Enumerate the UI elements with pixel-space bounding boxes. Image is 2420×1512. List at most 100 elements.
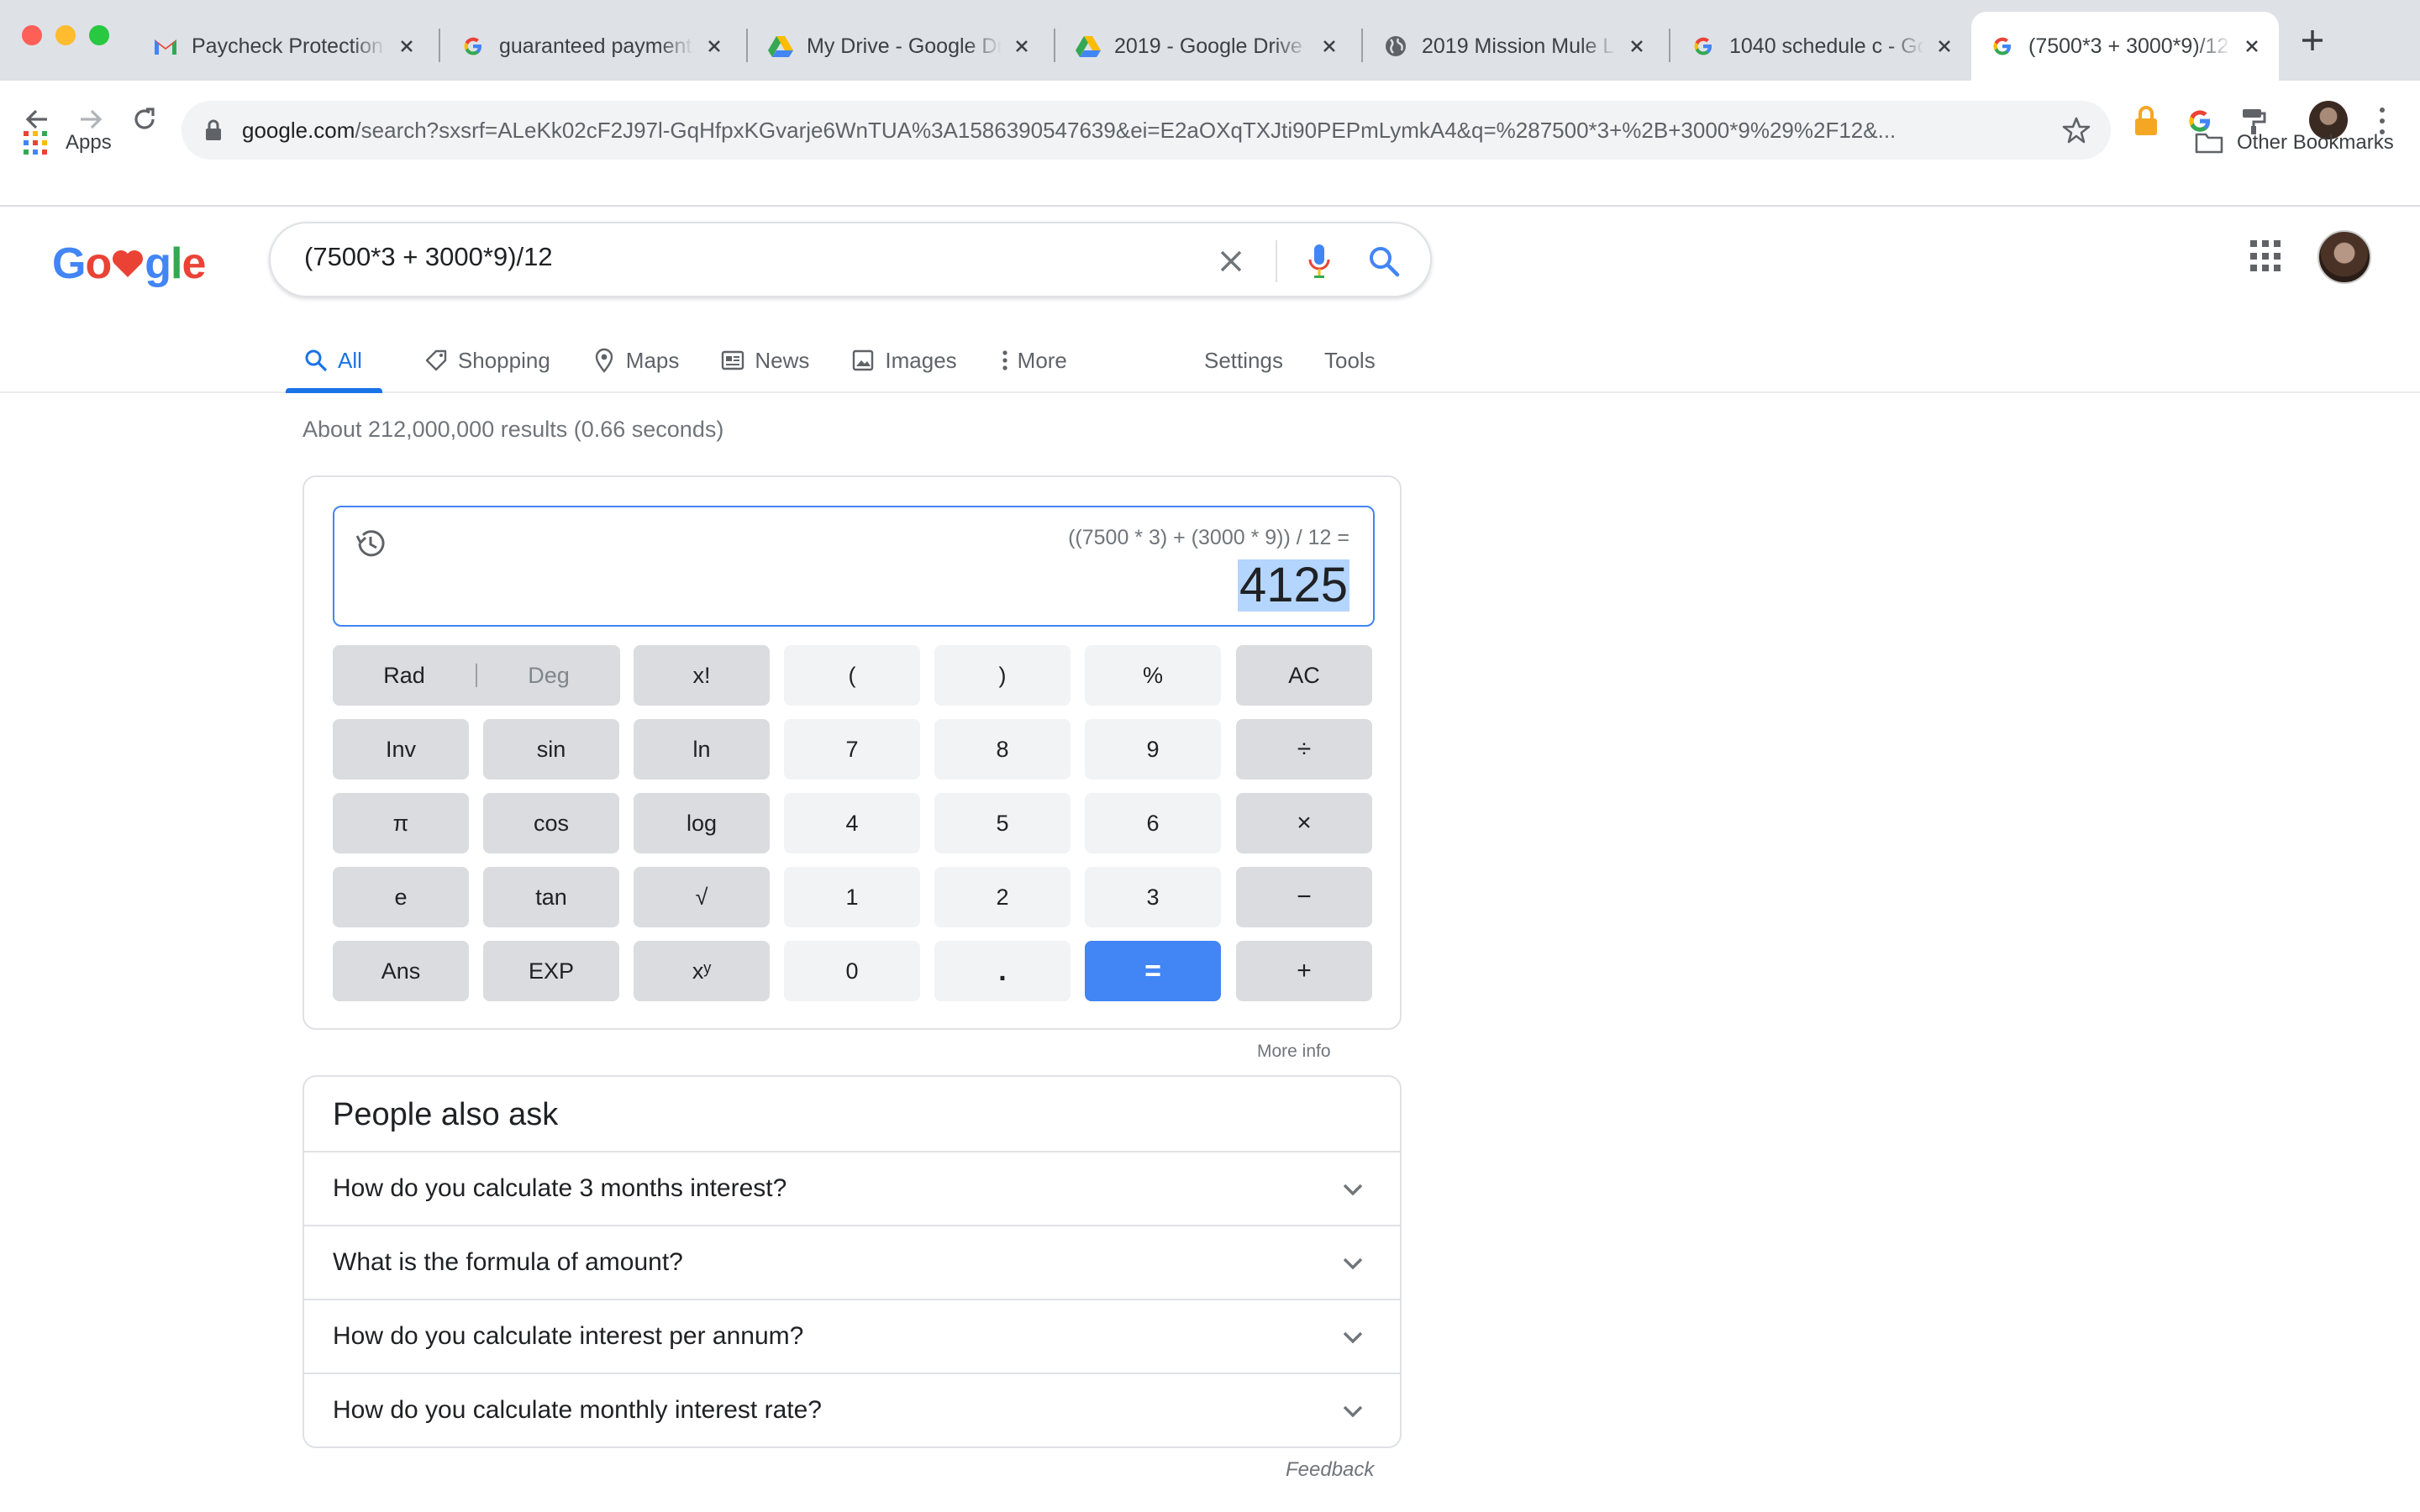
- close-paren-key[interactable]: ): [934, 645, 1071, 706]
- plus-icon: [2302, 30, 2323, 50]
- close-tab-icon[interactable]: [2240, 34, 2264, 58]
- window-minimize-button[interactable]: [55, 25, 76, 45]
- new-tab-button[interactable]: [2296, 24, 2329, 57]
- bookmark-apps[interactable]: Apps: [24, 131, 112, 155]
- password-lock-extension-icon[interactable]: [2129, 104, 2163, 138]
- browser-tab-1040-schedule-c[interactable]: 1040 schedule c - Go: [1672, 12, 1971, 81]
- browser-tab-guaranteed-payments[interactable]: guaranteed payments: [442, 12, 741, 81]
- open-paren-key[interactable]: (: [784, 645, 920, 706]
- log-key[interactable]: log: [634, 793, 770, 853]
- browser-tab-active-calculator[interactable]: (7500*3 + 3000*9)/12: [1971, 12, 2279, 81]
- other-bookmarks[interactable]: Other Bookmarks: [2195, 131, 2394, 155]
- tab-images[interactable]: Images: [833, 328, 957, 393]
- decimal-key[interactable]: .: [934, 941, 1071, 1001]
- google-doodle-logo[interactable]: Go gle: [52, 239, 206, 289]
- close-tab-icon[interactable]: [1318, 34, 1341, 58]
- digit-4-key[interactable]: 4: [784, 793, 920, 853]
- digit-5-key[interactable]: 5: [934, 793, 1071, 853]
- add-key[interactable]: +: [1236, 941, 1372, 1001]
- reload-button[interactable]: [124, 99, 165, 139]
- search-submit-button[interactable]: [1363, 240, 1405, 282]
- digit-7-key[interactable]: 7: [784, 719, 920, 780]
- search-input[interactable]: [304, 242, 1144, 272]
- history-icon[interactable]: [353, 526, 388, 561]
- subtract-key[interactable]: −: [1236, 867, 1372, 927]
- question-item[interactable]: How do you calculate monthly interest ra…: [304, 1373, 1400, 1446]
- window-close-button[interactable]: [22, 25, 42, 45]
- equals-key[interactable]: =: [1085, 941, 1221, 1001]
- close-tab-icon[interactable]: [1010, 34, 1034, 58]
- settings-link[interactable]: Settings: [1204, 328, 1283, 393]
- browser-tab-2019-drive[interactable]: 2019 - Google Drive: [1057, 12, 1356, 81]
- percent-key[interactable]: %: [1085, 645, 1221, 706]
- tab-all[interactable]: All: [286, 328, 382, 393]
- close-icon: [1220, 250, 1242, 272]
- tab-maps[interactable]: Maps: [574, 328, 679, 393]
- inverse-key[interactable]: Inv: [333, 719, 469, 780]
- digit-6-key[interactable]: 6: [1085, 793, 1221, 853]
- tab-separator: [1054, 29, 1055, 62]
- all-clear-key[interactable]: AC: [1236, 645, 1372, 706]
- browser-tab-mission-mule[interactable]: 2019 Mission Mule LL: [1365, 12, 1664, 81]
- google-drive-icon: [1076, 34, 1101, 59]
- tab-shopping[interactable]: Shopping: [406, 328, 550, 393]
- people-also-ask: People also ask How do you calculate 3 m…: [302, 1075, 1402, 1448]
- tag-icon: [424, 349, 448, 372]
- cos-key[interactable]: cos: [483, 793, 619, 853]
- clear-search-button[interactable]: [1213, 244, 1249, 279]
- tab-more[interactable]: More: [981, 328, 1067, 393]
- microphone-icon: [1308, 244, 1330, 278]
- address-bar[interactable]: google.com/search?sxsrf=ALeKk02cF2J97l-G…: [182, 101, 2111, 160]
- window-maximize-button[interactable]: [89, 25, 109, 45]
- close-tab-icon[interactable]: [1625, 34, 1649, 58]
- digit-2-key[interactable]: 2: [934, 867, 1071, 927]
- close-tab-icon[interactable]: [1933, 34, 1956, 58]
- ln-key[interactable]: ln: [634, 719, 770, 780]
- euler-key[interactable]: e: [333, 867, 469, 927]
- tools-link[interactable]: Tools: [1324, 328, 1376, 393]
- bookmark-star-icon[interactable]: [2062, 116, 2091, 144]
- question-item[interactable]: What is the formula of amount?: [304, 1225, 1400, 1299]
- rad-deg-toggle[interactable]: Rad Deg: [333, 645, 620, 706]
- close-tab-icon[interactable]: [702, 34, 726, 58]
- exp-key[interactable]: EXP: [483, 941, 619, 1001]
- multiply-key[interactable]: ×: [1236, 793, 1372, 853]
- divide-key[interactable]: ÷: [1236, 719, 1372, 780]
- url-text[interactable]: google.com/search?sxsrf=ALeKk02cF2J97l-G…: [242, 118, 2032, 144]
- tab-news[interactable]: News: [702, 328, 809, 393]
- voice-search-button[interactable]: [1301, 239, 1338, 284]
- question-item[interactable]: How do you calculate interest per annum?: [304, 1299, 1400, 1373]
- browser-tab-my-drive[interactable]: My Drive - Google Dri: [750, 12, 1049, 81]
- lock-icon[interactable]: [202, 118, 225, 142]
- question-item[interactable]: How do you calculate 3 months interest?: [304, 1151, 1400, 1225]
- feedback-link[interactable]: Feedback: [1286, 1458, 1374, 1482]
- deg-key[interactable]: Deg: [477, 645, 620, 706]
- tab-separator: [746, 29, 748, 62]
- heart-icon: [113, 250, 144, 277]
- calculator-result[interactable]: 4125: [1237, 559, 1349, 612]
- chevron-down-icon: [1343, 1405, 1363, 1418]
- search-box[interactable]: [269, 222, 1432, 297]
- tan-key[interactable]: tan: [483, 867, 619, 927]
- answer-key[interactable]: Ans: [333, 941, 469, 1001]
- digit-8-key[interactable]: 8: [934, 719, 1071, 780]
- google-drive-icon: [768, 34, 793, 59]
- result-stats: About 212,000,000 results (0.66 seconds): [302, 417, 724, 442]
- rad-key[interactable]: Rad: [333, 645, 476, 706]
- browser-tab-gmail[interactable]: Paycheck Protection P: [134, 12, 434, 81]
- more-info-link[interactable]: More info: [1257, 1042, 1331, 1062]
- digit-9-key[interactable]: 9: [1085, 719, 1221, 780]
- digit-3-key[interactable]: 3: [1085, 867, 1221, 927]
- digit-0-key[interactable]: 0: [784, 941, 920, 1001]
- calculator-card: ((7500 * 3) + (3000 * 9)) / 12 = 4125 Ra…: [302, 475, 1402, 1030]
- power-key[interactable]: xʸ: [634, 941, 770, 1001]
- google-apps-icon[interactable]: [2250, 240, 2282, 272]
- pi-key[interactable]: π: [333, 793, 469, 853]
- close-tab-icon[interactable]: [395, 34, 418, 58]
- account-avatar[interactable]: [2317, 230, 2371, 284]
- digit-1-key[interactable]: 1: [784, 867, 920, 927]
- factorial-key[interactable]: x!: [634, 645, 770, 706]
- map-pin-icon: [592, 348, 616, 373]
- sqrt-key[interactable]: √: [634, 867, 770, 927]
- sin-key[interactable]: sin: [483, 719, 619, 780]
